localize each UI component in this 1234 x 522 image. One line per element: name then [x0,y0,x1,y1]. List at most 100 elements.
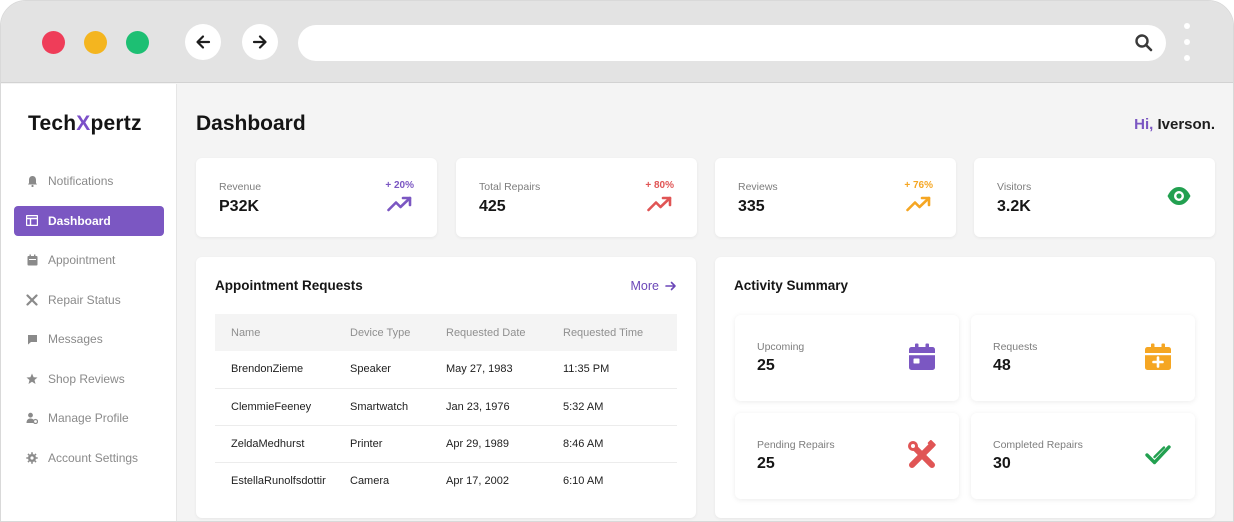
table-row[interactable]: BrendonZieme Speaker May 27, 1983 11:35 … [215,351,677,389]
stat-change: + 20% [385,180,414,191]
minimize-window-button[interactable] [84,31,107,54]
activity-card-completed-repairs[interactable]: Completed Repairs 30 [971,413,1195,499]
sidebar-nav: Notifications Dashboard Appointment Repa… [14,166,164,482]
cell-time: 8:46 AM [559,425,677,463]
activity-label: Requests [993,341,1038,353]
sidebar-item-repair-status[interactable]: Repair Status [14,285,164,315]
browser-toolbar [1,1,1233,83]
tools-icon [26,293,38,306]
table-row[interactable]: ClemmieFeeney Smartwatch Jan 23, 1976 5:… [215,388,677,426]
sidebar-item-appointment[interactable]: Appointment [14,245,164,275]
eye-icon [1167,187,1191,205]
activity-card-pending-repairs[interactable]: Pending Repairs 25 [735,413,959,499]
appointment-requests-panel: Appointment Requests More Name Device Ty… [196,257,696,518]
bell-icon [26,175,38,187]
cell-device: Printer [346,425,442,463]
star-icon [26,373,38,385]
sidebar-item-notifications[interactable]: Notifications [14,166,164,196]
activity-card-requests[interactable]: Requests 48 [971,315,1195,401]
sidebar-item-messages[interactable]: Messages [14,324,164,354]
browser-window: TechXpertz Notifications Dashboard Appoi… [0,0,1234,522]
stat-card-revenue: Revenue P32K + 20% [196,158,437,237]
panel-title: Appointment Requests [215,278,363,293]
column-header: Requested Date [446,326,526,339]
appointments-table: Name Device Type Requested Date Requeste… [215,314,677,499]
calendar-icon [26,254,38,266]
gear-icon [26,451,38,464]
activity-label: Pending Repairs [757,439,835,451]
activity-value: 25 [757,455,775,472]
table-row[interactable]: EstellaRunolfsdottir Camera Apr 17, 2002… [215,462,677,499]
activity-card-upcoming[interactable]: Upcoming 25 [735,315,959,401]
cell-device: Speaker [346,351,442,389]
user-greeting: Hi, Iverson. [1134,116,1215,133]
column-header: Device Type [350,326,411,339]
address-bar[interactable] [298,25,1166,61]
sidebar-item-manage-profile[interactable]: Manage Profile [14,403,164,433]
activity-value: 25 [757,357,775,374]
arrow-left-icon [196,35,211,49]
forward-button[interactable] [242,24,278,60]
stat-card-visitors: Visitors 3.2K [974,158,1215,237]
cell-time: 11:35 PM [559,351,677,389]
arrow-right-icon [252,35,267,49]
stat-change: + 80% [645,180,674,191]
cell-time: 5:32 AM [559,388,677,426]
activity-value: 30 [993,455,1011,472]
calendar-plus-icon [1143,342,1173,372]
sidebar-item-account-settings[interactable]: Account Settings [14,443,164,473]
calendar-icon [907,342,937,372]
panel-title: Activity Summary [734,278,849,293]
tools-icon [907,440,937,470]
arrow-right-icon [665,281,676,291]
stat-label: Visitors [997,181,1032,193]
main-content: Dashboard Hi, Iverson. Revenue P32K + 20… [177,84,1233,521]
column-header: Name [231,326,261,339]
cell-name: EstellaRunolfsdottir [231,474,326,487]
stat-value: P32K [219,198,260,215]
cell-device: Camera [350,474,390,487]
checkmark-icon [1143,440,1173,470]
stat-value: 3.2K [997,198,1031,215]
user-gear-icon [26,412,38,424]
trending-up-icon [906,196,931,212]
sidebar-item-dashboard[interactable]: Dashboard [14,205,164,236]
dashboard-icon [26,215,38,227]
cell-date: Apr 29, 1989 [442,425,559,463]
cell-device: Smartwatch [346,388,442,426]
maximize-window-button[interactable] [126,31,149,54]
back-button[interactable] [185,24,221,60]
cell-name: ZeldaMedhurst [215,425,346,463]
stat-label: Total Repairs [479,181,541,193]
close-window-button[interactable] [42,31,65,54]
table-header-row: Name Device Type Requested Date Requeste… [215,314,677,351]
cell-date: Apr 17, 2002 [446,474,509,487]
trending-up-icon [387,196,412,212]
page-title: Dashboard [196,112,306,135]
sidebar-item-shop-reviews[interactable]: Shop Reviews [14,364,164,394]
column-header: Requested Time [563,326,644,339]
cell-date: Jan 23, 1976 [442,388,559,426]
cell-name: ClemmieFeeney [215,388,346,426]
activity-summary-panel: Activity Summary Upcoming 25 Requests 48 [715,257,1215,518]
browser-menu-icon[interactable] [1183,23,1191,63]
cell-time: 6:10 AM [563,474,604,487]
search-icon[interactable] [1134,33,1154,53]
stat-card-total-repairs: Total Repairs 425 + 80% [456,158,697,237]
brand-logo[interactable]: TechXpertz [28,112,142,136]
sidebar: TechXpertz Notifications Dashboard Appoi… [1,84,177,521]
activity-value: 48 [993,357,1011,374]
table-row[interactable]: ZeldaMedhurst Printer Apr 29, 1989 8:46 … [215,425,677,463]
more-link[interactable]: More [631,279,677,293]
activity-label: Completed Repairs [993,439,1083,451]
stat-change: + 76% [904,180,933,191]
message-icon [26,333,38,345]
stat-label: Reviews [738,181,778,193]
stat-label: Revenue [219,181,262,193]
activity-label: Upcoming [757,341,805,353]
cell-date: May 27, 1983 [442,351,559,389]
stat-value: 335 [738,198,765,215]
cell-name: BrendonZieme [215,351,346,389]
trending-up-icon [647,196,672,212]
stat-value: 425 [479,198,506,215]
